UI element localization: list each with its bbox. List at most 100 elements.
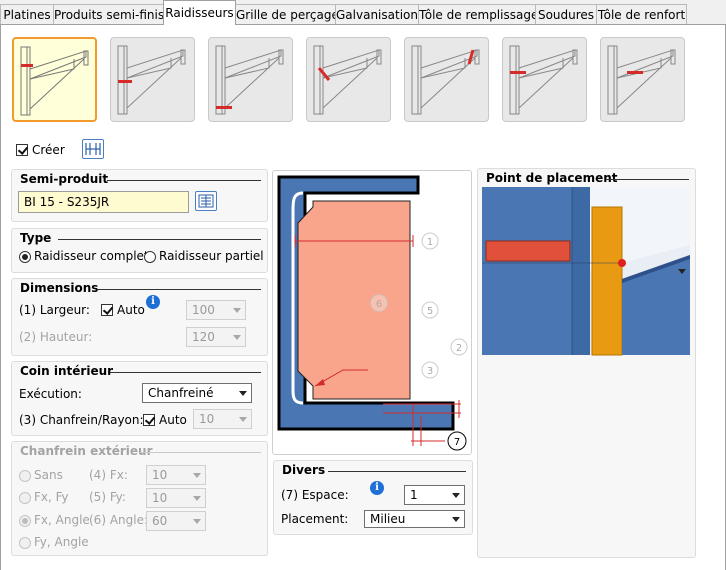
label-6: 6 — [376, 299, 382, 310]
largeur-value: 100 — [192, 303, 215, 317]
stiffener-variant-1[interactable] — [12, 37, 97, 122]
angle-select[interactable]: 60 — [146, 511, 206, 531]
tab-tole-de-renfort[interactable]: Tôle de renfort — [596, 4, 687, 24]
tab-produits-semi-finis[interactable]: Produits semi-finis — [53, 4, 164, 24]
stiffener-variant-3[interactable] — [208, 37, 293, 122]
sans-label: Sans — [34, 468, 63, 482]
hauteur-label: (2) Hauteur: — [19, 330, 93, 344]
execution-value: Chanfreiné — [148, 386, 214, 400]
label-3: 3 — [427, 366, 433, 377]
fx-fy-label: Fx, Fy — [34, 490, 69, 504]
placement-select[interactable]: Milieu — [364, 510, 465, 528]
semi-produit-field[interactable]: BI 15 - S235JR — [18, 191, 189, 213]
placement-value: Milieu — [370, 512, 406, 526]
tab-soudures[interactable]: Soudures — [535, 4, 597, 24]
chanfrein-label: (3) Chanfrein/Rayon: — [19, 413, 144, 427]
chanfrein-exterieur-group: Chanfrein extérieur Sans (4) Fx: 10 Fx, … — [11, 441, 268, 556]
stiffener-highlight — [485, 240, 571, 262]
stiffener-variant-5-icon — [411, 45, 480, 115]
tab-raidisseurs[interactable]: Raidisseurs — [163, 0, 236, 25]
mirror-button[interactable] — [82, 139, 104, 159]
radio-sans[interactable] — [19, 470, 31, 482]
largeur-info-icon[interactable]: i — [146, 295, 160, 309]
espace-value: 1 — [410, 488, 418, 502]
stiffener-variant-6-icon — [509, 45, 578, 115]
raidisseur-complet-label: Raidisseur complet — [34, 249, 149, 263]
hauteur-value: 120 — [192, 330, 215, 344]
section-diagram: 1 2 3 5 6 7 — [277, 175, 468, 451]
label-2: 2 — [456, 343, 462, 354]
raidisseur-partiel-label: Raidisseur partiel — [159, 249, 264, 263]
divers-title: Divers — [282, 463, 330, 477]
radio-raidisseur-partiel[interactable] — [144, 251, 156, 263]
largeur-auto-checkbox[interactable] — [101, 304, 113, 316]
radio-fx-angle[interactable] — [19, 515, 31, 527]
fx-label: (4) Fx: — [89, 468, 128, 482]
fy-value: 10 — [152, 491, 168, 505]
end-plate — [591, 206, 623, 356]
placement-label: Placement: — [281, 512, 349, 526]
espace-info-icon[interactable]: i — [370, 481, 384, 495]
hauteur-select[interactable]: 120 — [186, 327, 246, 347]
stiffener-variant-5[interactable] — [404, 37, 489, 122]
radio-fy-angle[interactable] — [19, 537, 31, 549]
label-1: 1 — [427, 237, 433, 248]
largeur-label: (1) Largeur: — [19, 303, 90, 317]
fy-label: (5) Fy: — [89, 490, 126, 504]
stiffener-variant-2[interactable] — [110, 37, 195, 122]
largeur-auto-label: Auto — [117, 303, 145, 317]
stiffener-variant-2-icon — [117, 45, 186, 115]
chanfrein-value: 10 — [199, 412, 215, 426]
stiffener-plate — [297, 200, 411, 400]
column-flange — [482, 187, 572, 355]
tab-tole-de-remplissage[interactable]: Tôle de remplissage — [418, 4, 536, 24]
tab-grille-de-percage[interactable]: Grille de perçage — [235, 4, 336, 24]
dimensions-group: Dimensions (1) Largeur: Auto i 100 (2) H… — [11, 278, 268, 356]
espace-select[interactable]: 1 — [404, 485, 465, 505]
coin-interieur-title: Coin intérieur — [20, 364, 118, 378]
tab-bar: Platines Produits semi-finis Raidisseurs… — [0, 0, 726, 25]
chanfrein-exterieur-title: Chanfrein extérieur — [20, 444, 157, 458]
stiffener-variant-7-icon — [607, 45, 676, 115]
catalog-icon — [198, 194, 214, 208]
chanfrein-auto-label: Auto — [159, 413, 187, 427]
execution-select[interactable]: Chanfreiné — [142, 383, 252, 403]
espace-label: (7) Espace: — [281, 488, 349, 502]
tab-galvanisation[interactable]: Galvanisation — [335, 4, 419, 24]
type-group: Type Raidisseur complet Raidisseur parti… — [11, 228, 268, 273]
fx-select[interactable]: 10 — [146, 465, 206, 485]
stiffener-variant-3-icon — [215, 45, 284, 115]
tab-platines[interactable]: Platines — [0, 4, 54, 24]
stiffener-variant-7[interactable] — [600, 37, 685, 122]
stiffener-variant-4-icon — [313, 45, 382, 115]
type-title: Type — [20, 231, 56, 245]
radio-fx-fy[interactable] — [19, 492, 31, 504]
execution-label: Exécution: — [19, 387, 82, 401]
creer-checkbox[interactable] — [16, 144, 28, 156]
creer-label: Créer — [32, 143, 65, 157]
label-5: 5 — [427, 306, 433, 317]
column-web — [572, 187, 590, 355]
semi-produit-group: Semi-produit BI 15 - S235JR — [11, 169, 268, 222]
radio-raidisseur-complet[interactable] — [19, 251, 31, 263]
angle-value: 60 — [152, 514, 168, 528]
largeur-select[interactable]: 100 — [186, 300, 246, 320]
fy-select[interactable]: 10 — [146, 488, 206, 508]
fy-angle-label: Fy, Angle — [34, 535, 89, 549]
divers-group: Divers (7) Espace: i 1 Placement: Milieu — [273, 460, 473, 535]
dimensions-title: Dimensions — [20, 281, 103, 295]
label-7: 7 — [454, 437, 460, 448]
section-diagram-panel: 1 2 3 5 6 7 — [272, 170, 472, 455]
stiffener-variant-6[interactable] — [502, 37, 587, 122]
placement-point[interactable] — [618, 259, 626, 267]
chanfrein-auto-checkbox[interactable] — [143, 414, 155, 426]
stiffener-variant-1-icon — [20, 46, 89, 116]
angle-label: (6) Angle: — [89, 513, 149, 527]
mirror-icon — [85, 143, 101, 155]
stiffener-variant-4[interactable] — [306, 37, 391, 122]
chanfrein-select[interactable]: 10 — [193, 409, 252, 429]
fx-value: 10 — [152, 468, 168, 482]
coin-interieur-group: Coin intérieur Exécution: Chanfreiné (3)… — [11, 361, 268, 436]
point-de-placement-group: Point de placement — [477, 168, 696, 558]
semi-produit-browse-button[interactable] — [195, 191, 217, 211]
